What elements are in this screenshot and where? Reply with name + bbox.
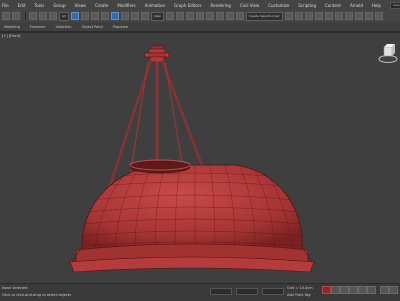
layer-explorer-icon[interactable]: [304, 12, 313, 20]
toolbar-separator: [25, 12, 26, 20]
auto-key-button[interactable]: [322, 286, 331, 294]
snaps-toggle-icon[interactable]: [195, 12, 204, 20]
rectangular-selection-icon[interactable]: [90, 12, 99, 20]
menu-item-views[interactable]: Views: [75, 3, 87, 8]
ribbon-tab-populate[interactable]: Populate: [113, 25, 128, 29]
bind-space-warp-icon[interactable]: [49, 12, 57, 20]
menu-item-tools[interactable]: Tools: [34, 3, 44, 8]
rendered-frame-window-icon[interactable]: [364, 12, 373, 20]
menu-bar: File Edit Tools Group Views Create Modifiers An…: [0, 0, 400, 10]
grid-size-label: Grid = 10.0cm: [287, 286, 313, 290]
lamp-dome: [69, 159, 315, 273]
viewport-scene: [69, 44, 398, 273]
select-object-icon[interactable]: [70, 12, 79, 20]
render-production-icon[interactable]: [374, 12, 383, 20]
menu-item-arnold[interactable]: Arnold: [350, 3, 363, 8]
link-icon[interactable]: [29, 12, 37, 20]
menu-item-file[interactable]: File: [2, 3, 9, 8]
menu-item-animation[interactable]: Animation: [145, 3, 165, 8]
next-frame-icon[interactable]: [358, 286, 367, 294]
play-icon[interactable]: [349, 286, 358, 294]
prev-frame-icon[interactable]: [340, 286, 349, 294]
search-input[interactable]: Search: [390, 1, 400, 9]
material-editor-icon[interactable]: [344, 12, 353, 20]
x-coordinate-field[interactable]: [210, 288, 232, 295]
undo-icon[interactable]: [2, 12, 10, 20]
menu-item-group[interactable]: Group: [53, 3, 65, 8]
unlink-icon[interactable]: [39, 12, 47, 20]
ribbon-tab-object-paint[interactable]: Object Paint: [82, 25, 103, 29]
pivot-center-icon[interactable]: [165, 12, 174, 20]
menu-item-graph-editors[interactable]: Graph Editors: [174, 3, 201, 8]
menu-item-civil-view[interactable]: Civil View: [240, 3, 259, 8]
prompt-line: Click or click-and-drag to select object…: [2, 293, 71, 297]
placement-icon[interactable]: [140, 12, 149, 20]
reference-coordinate-dropdown[interactable]: View: [150, 11, 164, 21]
ribbon-tabs: Modeling Freeform Selection Object Paint Pop…: [0, 22, 400, 31]
named-selection-dropdown[interactable]: Create Selection Set: [245, 11, 283, 21]
goto-end-icon[interactable]: [367, 286, 376, 294]
window-crossing-icon[interactable]: [100, 12, 109, 20]
ribbon-tab-freeform[interactable]: Freeform: [30, 25, 46, 29]
viewport-label[interactable]: [+] [Front]: [2, 34, 20, 38]
angle-snap-icon[interactable]: [205, 12, 214, 20]
menu-item-content[interactable]: Content: [325, 3, 341, 8]
viewcube-icon[interactable]: [378, 44, 398, 63]
menu-item-rendering[interactable]: Rendering: [211, 3, 231, 8]
goto-start-icon[interactable]: [331, 286, 340, 294]
mirror-icon[interactable]: [284, 12, 293, 20]
menu-item-modifiers[interactable]: Modifiers: [117, 3, 135, 8]
select-and-rotate-icon[interactable]: [120, 12, 129, 20]
add-time-tag[interactable]: Add Time Tag: [287, 293, 311, 297]
select-and-scale-icon[interactable]: [130, 12, 139, 20]
selection-status: None Selected: [2, 286, 28, 290]
z-coordinate-field[interactable]: [262, 288, 284, 295]
front-viewport[interactable]: [+] [Front]: [0, 33, 400, 283]
ribbon-tab-selection[interactable]: Selection: [56, 25, 72, 29]
ribbon-tab-modeling[interactable]: Modeling: [4, 25, 20, 29]
status-bar: None Selected Click or click-and-drag to…: [0, 283, 400, 301]
toggle-ribbon-icon[interactable]: [314, 12, 323, 20]
keyboard-shortcut-override-icon[interactable]: [185, 12, 194, 20]
menu-item-edit[interactable]: Edit: [18, 3, 26, 8]
selection-filter-dropdown[interactable]: All: [59, 11, 69, 21]
align-icon[interactable]: [294, 12, 303, 20]
menu-item-help[interactable]: Help: [372, 3, 381, 8]
menu-item-create[interactable]: Create: [95, 3, 108, 8]
percent-snap-icon[interactable]: [215, 12, 224, 20]
manipulate-icon[interactable]: [175, 12, 184, 20]
pan-icon[interactable]: [389, 286, 398, 294]
zoom-icon[interactable]: [380, 286, 389, 294]
select-by-name-icon[interactable]: [80, 12, 89, 20]
render-setup-icon[interactable]: [354, 12, 363, 20]
menu-item-scripting[interactable]: Scripting: [298, 3, 316, 8]
select-and-move-icon[interactable]: [110, 12, 119, 20]
menu-item-customize[interactable]: Customize: [268, 3, 289, 8]
redo-icon[interactable]: [12, 12, 20, 20]
y-coordinate-field[interactable]: [236, 288, 258, 295]
main-toolbar: All View Create Selection Set: [0, 10, 400, 22]
curve-editor-icon[interactable]: [324, 12, 333, 20]
edit-named-selection-icon[interactable]: [235, 12, 244, 20]
schematic-view-icon[interactable]: [334, 12, 343, 20]
spinner-snap-icon[interactable]: [225, 12, 234, 20]
